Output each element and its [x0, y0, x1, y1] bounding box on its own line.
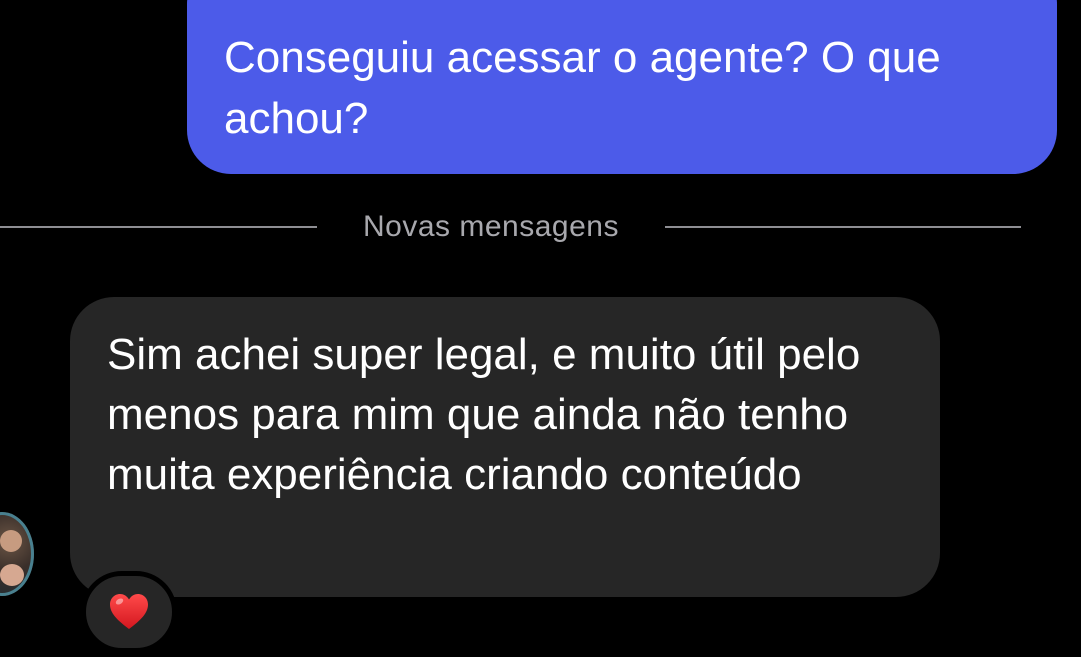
incoming-message-text: Sim achei super legal, e muito útil pelo… — [107, 330, 861, 499]
new-messages-divider: Novas mensagens — [0, 208, 1021, 246]
chat-thread: Conseguiu acessar o agente? O que achou?… — [0, 0, 1081, 657]
divider-line-left — [0, 226, 317, 228]
outgoing-message-bubble[interactable]: Conseguiu acessar o agente? O que achou? — [187, 0, 1057, 174]
contact-avatar[interactable] — [0, 512, 34, 596]
outgoing-message-text: Conseguiu acessar o agente? O que achou? — [224, 33, 941, 143]
incoming-message-bubble[interactable]: Sim achei super legal, e muito útil pelo… — [70, 297, 940, 597]
reaction-badge[interactable] — [81, 571, 177, 653]
divider-line-right — [665, 226, 1021, 228]
new-messages-label: Novas mensagens — [363, 210, 619, 243]
red-heart-icon — [110, 594, 148, 629]
